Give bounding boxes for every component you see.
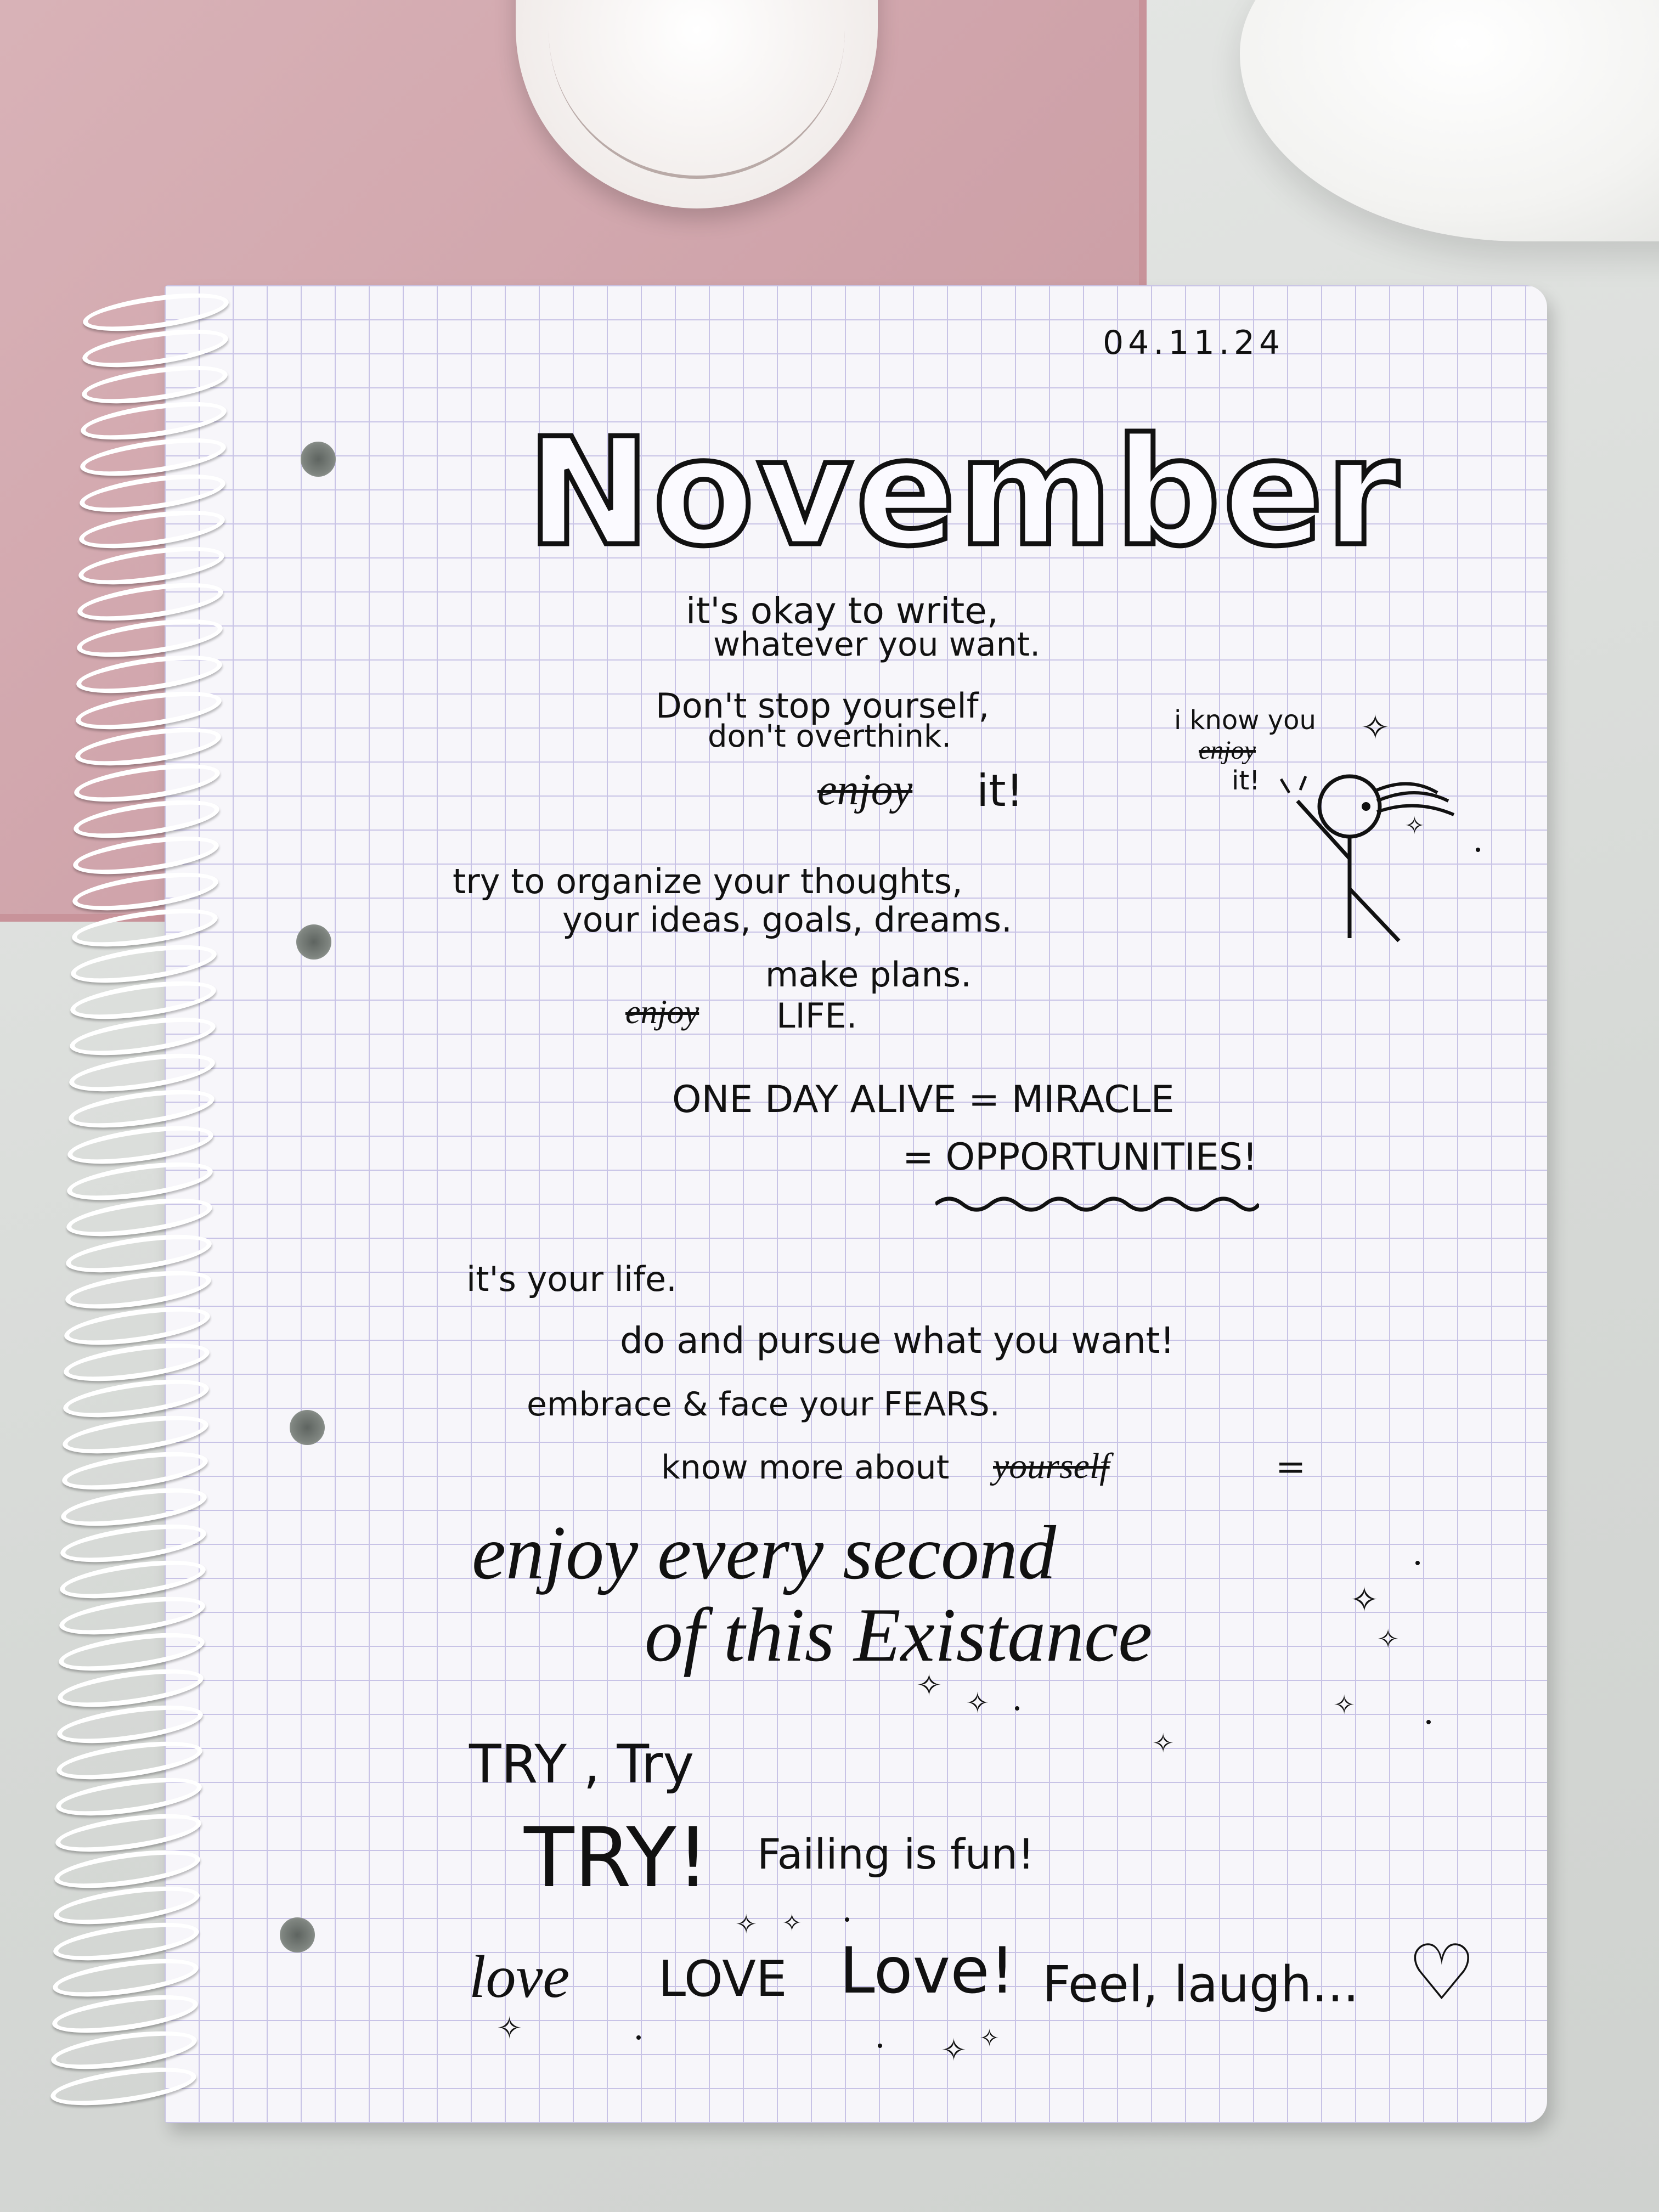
doodle-text: it! [1232,765,1260,796]
sparkle-icon: ✧ [1152,1728,1175,1759]
sparkle-icon: ✧ [1404,812,1425,840]
text-line: try to organize your thoughts, [453,861,963,901]
text-line: yourself [993,1446,1110,1486]
sparkle-icon: ✧ [496,2011,522,2046]
text-line: embrace & face your FEARS. [527,1385,1000,1424]
text-line: love [469,1943,570,2010]
text-line: TRY! [524,1810,710,1906]
text-line: it's your life. [466,1259,677,1299]
text-line: Failing is fun! [757,1830,1035,1878]
text-line: don't overthink. [708,719,952,754]
sparkle-icon: ✧ [1361,708,1390,748]
doodle-text: i know you [1174,705,1316,736]
sparkle-dot [1476,848,1480,852]
punch-hole [280,1917,315,1953]
mouse-ring [549,11,845,179]
stick-figure-doodle [1279,774,1455,943]
sparkle-dot [1415,1561,1420,1565]
text-line: enjoy every second [472,1510,1056,1595]
text-line: LOVE [658,1950,787,2008]
sparkle-icon: ✧ [782,1909,802,1937]
text-line: know more about [661,1448,950,1487]
punch-hole [290,1410,325,1445]
sparkle-icon: ✧ [1333,1690,1356,1720]
sparkle-dot [636,2035,641,2040]
squiggle-underline [935,1197,1259,1212]
text-line: of this Existance [645,1593,1153,1678]
sparkle-icon: ✧ [1377,1624,1400,1655]
sparkle-icon: ✧ [941,2033,967,2068]
sparkle-icon: ✧ [916,1668,942,1703]
text-line: enjoy [625,994,699,1031]
text-line: Love! [839,1934,1015,2008]
sparkle-icon: ✧ [979,2024,1000,2052]
heart-icon: ♡ [1407,1928,1476,2018]
text-line: make plans. [765,955,972,995]
text-line: = OPPORTUNITIES! [902,1136,1258,1179]
text-line: it! [977,765,1024,816]
spiral-binding [48,286,231,2118]
text-line: your ideas, goals, dreams. [562,900,1012,940]
punch-hole [296,924,331,960]
text-line: whatever you want. [713,625,1041,664]
text-line: do and pursue what you want! [620,1319,1175,1362]
text-line: enjoy [817,766,913,814]
text-line: LIFE. [776,996,857,1036]
page-title: November [524,404,1401,582]
sparkle-icon: ✧ [1350,1580,1379,1621]
doodle-text: enjoy [1199,736,1256,765]
punch-hole [301,442,336,477]
date-text: 04.11.24 [1103,324,1285,362]
text-line: ONE DAY ALIVE = MIRACLE [672,1078,1175,1121]
sparkle-icon: ✧ [735,1909,758,1940]
sparkle-dot [1015,1706,1019,1711]
sparkle-dot [1426,1720,1431,1724]
text-line: TRY , Try [469,1734,695,1795]
sparkle-icon: ✧ [966,1687,990,1720]
sparkle-dot [878,2044,882,2048]
sparkle-dot [845,1917,849,1922]
text-line: = [1276,1446,1306,1488]
text-line: Feel, laugh... [1042,1956,1359,2013]
